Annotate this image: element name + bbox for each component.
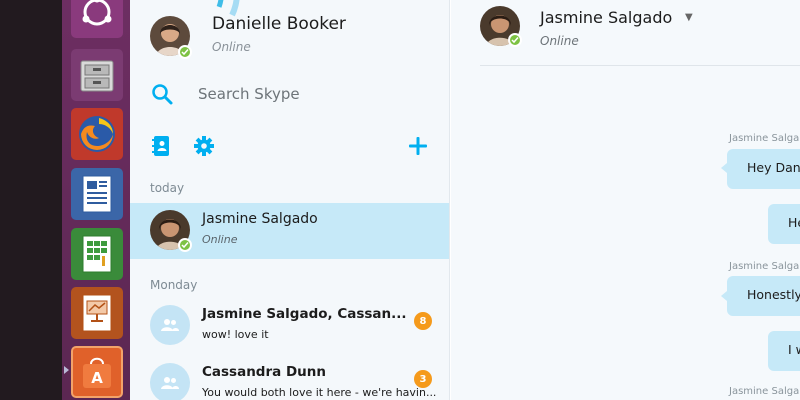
message-sender: Jasmine Salga <box>729 133 800 144</box>
sidebar-toolbar <box>150 134 430 158</box>
group-icon <box>150 305 190 345</box>
conversation-last-message: wow! love it <box>202 328 269 341</box>
skype-sidebar: Danielle Booker Online today Jasmine Sal… <box>130 0 450 400</box>
calc-icon[interactable] <box>71 228 123 280</box>
contacts-icon[interactable] <box>150 134 174 158</box>
conversation-row[interactable]: Jasmine Salgado, Cassan... wow! love it … <box>130 298 449 354</box>
chat-header: Jasmine Salgado ▼ Online <box>480 0 800 66</box>
conversation-row[interactable]: Jasmine Salgado Online <box>130 203 449 259</box>
add-plus-icon[interactable] <box>406 134 430 158</box>
online-status-icon <box>178 238 192 252</box>
message-bubble[interactable]: I w <box>768 331 800 371</box>
conversation-name: Jasmine Salgado <box>202 211 318 227</box>
unread-count-badge: 3 <box>414 370 432 388</box>
my-display-name[interactable]: Danielle Booker <box>212 14 346 34</box>
section-label-today: today <box>150 181 185 195</box>
message-bubble[interactable]: Honestly, <box>727 276 800 316</box>
conversation-row[interactable]: Cassandra Dunn You would both love it he… <box>130 356 449 400</box>
conversation-status: Online <box>202 233 238 246</box>
impress-icon[interactable] <box>71 287 123 339</box>
desktop-edge <box>0 0 62 400</box>
settings-gear-icon[interactable] <box>192 134 216 158</box>
chat-online-status-icon <box>508 33 522 47</box>
my-online-status-icon <box>178 45 192 59</box>
conversation-last-message: You would both love it here - we're havi… <box>202 386 437 399</box>
search-bar[interactable] <box>150 78 430 110</box>
files-icon[interactable] <box>71 49 123 101</box>
firefox-icon[interactable] <box>71 108 123 160</box>
my-status-text[interactable]: Online <box>212 40 251 54</box>
chat-panel: Jasmine Salgado ▼ Online Jasmine Salga H… <box>451 0 800 400</box>
group-icon <box>150 363 190 400</box>
message-sender: Jasmine Salga <box>729 386 800 397</box>
chat-contact-status: Online <box>540 34 579 48</box>
chevron-down-icon[interactable]: ▼ <box>685 12 693 23</box>
software-center-icon[interactable]: A <box>71 346 123 398</box>
message-sender: Jasmine Salga <box>729 261 800 272</box>
chat-contact-name[interactable]: Jasmine Salgado <box>540 8 672 27</box>
writer-icon[interactable] <box>71 168 123 220</box>
message-bubble[interactable]: He <box>768 204 800 244</box>
active-app-indicator <box>64 366 69 374</box>
unread-count-badge: 8 <box>414 312 432 330</box>
svg-text:A: A <box>91 369 103 387</box>
section-label-monday: Monday <box>150 278 198 292</box>
ubuntu-dash-icon[interactable] <box>71 0 123 38</box>
search-input[interactable] <box>198 85 398 103</box>
conversation-name: Cassandra Dunn <box>202 364 326 380</box>
ubuntu-launcher: A <box>0 0 130 400</box>
search-icon[interactable] <box>150 82 174 106</box>
conversation-name: Jasmine Salgado, Cassan... <box>202 306 407 322</box>
message-bubble[interactable]: Hey Dani <box>727 149 800 189</box>
